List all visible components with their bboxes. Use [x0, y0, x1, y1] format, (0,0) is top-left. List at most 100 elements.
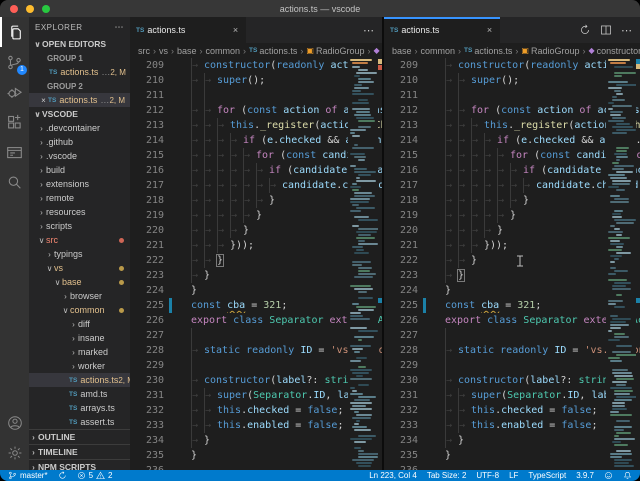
activity-bar-remote-window-icon[interactable]	[0, 137, 29, 167]
breadcrumb-item-constructor[interactable]: ◆constructor	[373, 46, 382, 56]
line-number[interactable]: 214	[130, 133, 164, 148]
code-line-230[interactable]: 230→constructor(label?: string) {	[130, 373, 382, 388]
activity-bar-explorer-icon[interactable]	[0, 17, 31, 47]
tab-actions-ts[interactable]: TSactions.ts×	[384, 17, 501, 43]
breadcrumb-item-common[interactable]: common	[206, 46, 241, 56]
close-editor-icon[interactable]: ×	[39, 96, 48, 105]
line-number[interactable]: 221	[130, 238, 164, 253]
status-typescript[interactable]: TypeScript	[528, 471, 566, 480]
minimap[interactable]	[606, 58, 636, 470]
tree-item-src[interactable]: ∨src	[29, 233, 130, 247]
tree-item-vs[interactable]: ∨vs	[29, 261, 130, 275]
more-icon[interactable]: ⋯	[363, 24, 374, 37]
code-line-212[interactable]: 212→→for (const action of actions) {	[384, 103, 640, 118]
code-line-216[interactable]: 216→→→→→→if (candidate !== action) {	[384, 163, 640, 178]
line-number[interactable]: 231	[130, 388, 164, 403]
status-sync[interactable]	[58, 471, 67, 480]
open-editor-item[interactable]: TSactions.ts…2, M	[29, 65, 130, 79]
tree-item--github[interactable]: ›.github	[29, 135, 130, 149]
code-line-223[interactable]: 223→}	[130, 268, 382, 283]
status-error[interactable]: 52	[77, 471, 113, 480]
line-number[interactable]: 236	[384, 463, 418, 470]
code-line-211[interactable]: 211	[384, 88, 640, 103]
line-number[interactable]: 212	[130, 103, 164, 118]
code-line-230[interactable]: 230→constructor(label?: string) {	[384, 373, 640, 388]
breadcrumb-item-common[interactable]: common	[421, 46, 456, 56]
line-number[interactable]: 235	[130, 448, 164, 463]
code-line-228[interactable]: 228→static readonly ID = 'vs.actions.sep…	[384, 343, 640, 358]
code-line-231[interactable]: 231→→super(Separator.ID, label);	[130, 388, 382, 403]
status-branch[interactable]: master*	[8, 471, 48, 480]
line-number[interactable]: 233	[384, 418, 418, 433]
line-number[interactable]: 218	[384, 193, 418, 208]
line-number[interactable]: 235	[384, 448, 418, 463]
line-number[interactable]: 224	[130, 283, 164, 298]
line-number[interactable]: 226	[384, 313, 418, 328]
line-number[interactable]: 217	[384, 178, 418, 193]
line-number[interactable]: 230	[130, 373, 164, 388]
code-line-216[interactable]: 216→→→→→→if (candidate !== action) {	[130, 163, 382, 178]
tree-item-resources[interactable]: ›resources	[29, 205, 130, 219]
line-number[interactable]: 220	[130, 223, 164, 238]
tree-item-remote[interactable]: ›remote	[29, 191, 130, 205]
line-number[interactable]: 220	[384, 223, 418, 238]
overview-ruler[interactable]	[636, 58, 640, 470]
code-line-220[interactable]: 220→→→→}	[384, 223, 640, 238]
tree-item-common[interactable]: ∨common	[29, 303, 130, 317]
sidebar-panel-outline[interactable]: ›OUTLINE	[29, 429, 130, 444]
status-tab-size-2[interactable]: Tab Size: 2	[427, 471, 467, 480]
breadcrumb-item-vs[interactable]: vs	[159, 46, 168, 56]
line-number[interactable]: 226	[130, 313, 164, 328]
code-line-222[interactable]: 222→→}	[130, 253, 382, 268]
code-line-235[interactable]: 235}	[130, 448, 382, 463]
code-line-226[interactable]: 226export class Separator extends Action…	[130, 313, 382, 328]
tab-actions-ts[interactable]: TSactions.ts×	[130, 17, 247, 43]
tree-item-assert-ts[interactable]: TSassert.ts	[29, 415, 130, 429]
sidebar-panel-npm-scripts[interactable]: ›NPM SCRIPTS	[29, 459, 130, 470]
tree-item-extensions[interactable]: ›extensions	[29, 177, 130, 191]
code-line-210[interactable]: 210→→super();	[384, 73, 640, 88]
code-line-210[interactable]: 210→→super();	[130, 73, 382, 88]
line-number[interactable]: 229	[130, 358, 164, 373]
status-feedback[interactable]	[604, 471, 613, 480]
line-number[interactable]: 214	[384, 133, 418, 148]
more-icon[interactable]: ⋯	[621, 24, 632, 37]
code-line-217[interactable]: 217→→→→→→→candidate.checked = false;	[384, 178, 640, 193]
breadcrumb-item-actions-ts[interactable]: TSactions.ts	[464, 46, 512, 56]
status-bell[interactable]	[623, 471, 632, 480]
line-number[interactable]: 213	[384, 118, 418, 133]
breadcrumb-item-constructor[interactable]: ◆constructor	[588, 46, 640, 56]
status-lf[interactable]: LF	[509, 471, 518, 480]
line-number[interactable]: 225	[384, 298, 418, 313]
close-tab-icon[interactable]: ×	[231, 25, 240, 35]
code-line-218[interactable]: 218→→→→→→}	[384, 193, 640, 208]
code-line-228[interactable]: 228→static readonly ID = 'vs.actions.sep…	[130, 343, 382, 358]
code-line-226[interactable]: 226export class Separator extends Action…	[384, 313, 640, 328]
code-line-236[interactable]: 236	[130, 463, 382, 470]
line-number[interactable]: 234	[130, 433, 164, 448]
status-3-9-7[interactable]: 3.9.7	[576, 471, 594, 480]
code-line-234[interactable]: 234→}	[130, 433, 382, 448]
tree-item--devcontainer[interactable]: ›.devcontainer	[29, 121, 130, 135]
tree-item-marked[interactable]: ›marked	[29, 345, 130, 359]
code-line-233[interactable]: 233→→this.enabled = false;	[384, 418, 640, 433]
code-line-211[interactable]: 211	[130, 88, 382, 103]
activity-bar-settings-icon[interactable]	[0, 438, 29, 468]
line-number[interactable]: 209	[384, 58, 418, 73]
code-line-213[interactable]: 213→→→this._register(action.onChecked(e …	[130, 118, 382, 133]
activity-bar-run-debug-icon[interactable]	[0, 77, 29, 107]
tree-item-worker[interactable]: ›worker	[29, 359, 130, 373]
code-line-235[interactable]: 235}	[384, 448, 640, 463]
code-line-215[interactable]: 215→→→→→for (const candidate of actions)…	[384, 148, 640, 163]
code-line-221[interactable]: 221→→→}));	[130, 238, 382, 253]
tree-item-typings[interactable]: ›typings	[29, 247, 130, 261]
activity-bar-accounts-icon[interactable]	[0, 408, 29, 438]
code-line-225[interactable]: 225const cba = 321;	[384, 298, 640, 313]
status-ln-223-col-4[interactable]: Ln 223, Col 4	[369, 471, 417, 480]
line-number[interactable]: 219	[384, 208, 418, 223]
sidebar-more-actions-icon[interactable]: ⋯	[115, 22, 125, 33]
line-number[interactable]: 219	[130, 208, 164, 223]
tree-item-scripts[interactable]: ›scripts	[29, 219, 130, 233]
breadcrumb-item-src[interactable]: src	[138, 46, 150, 56]
code-line-219[interactable]: 219→→→→→}	[130, 208, 382, 223]
